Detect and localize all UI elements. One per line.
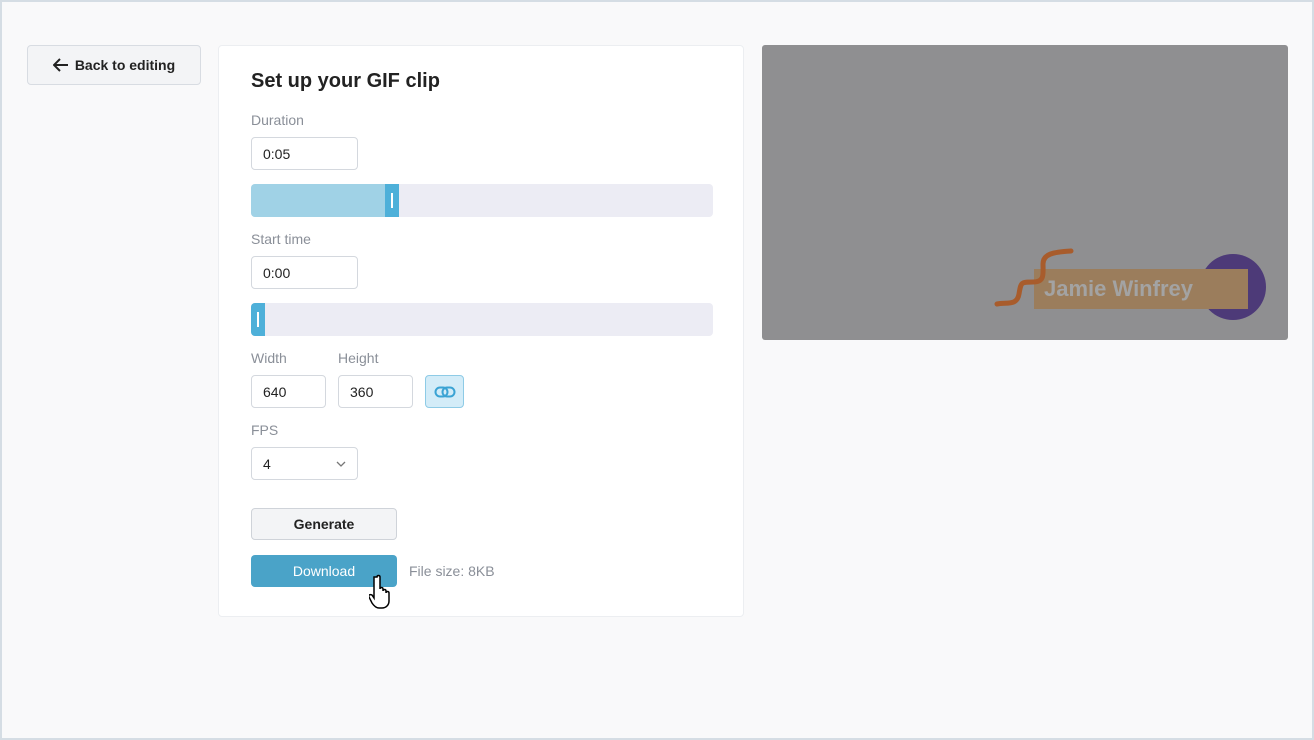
- chevron-down-icon: [336, 461, 346, 467]
- duration-label: Duration: [251, 112, 304, 128]
- gif-preview: Jamie Winfrey: [762, 45, 1288, 340]
- gif-setup-panel: Set up your GIF clip Duration 0:05 Start…: [218, 45, 744, 617]
- link-icon: [434, 386, 455, 397]
- aspect-lock-button[interactable]: [425, 375, 464, 408]
- duration-slider[interactable]: [251, 184, 713, 217]
- start-time-input[interactable]: 0:00: [251, 256, 358, 289]
- fps-label: FPS: [251, 422, 279, 438]
- page-title: Set up your GIF clip: [251, 70, 440, 92]
- back-label: Back to editing: [74, 57, 176, 73]
- width-input[interactable]: 640: [251, 375, 326, 408]
- fps-value: 4: [263, 455, 271, 472]
- fps-select[interactable]: 4: [251, 447, 358, 480]
- file-size-text: File size: 8KB: [409, 563, 495, 579]
- start-time-slider[interactable]: [251, 303, 713, 336]
- height-label: Height: [338, 350, 379, 366]
- start-time-label: Start time: [251, 231, 311, 247]
- arrow-left-icon: [52, 58, 68, 72]
- hand-cursor-icon: [369, 574, 390, 609]
- height-input[interactable]: 360: [338, 375, 413, 408]
- duration-slider-handle[interactable]: [385, 184, 400, 217]
- generate-button[interactable]: Generate: [251, 508, 397, 540]
- back-to-editing-button[interactable]: Back to editing: [27, 45, 201, 85]
- start-time-slider-handle[interactable]: [251, 303, 265, 336]
- width-label: Width: [251, 350, 287, 366]
- preview-squiggle-graphic: [994, 248, 1074, 307]
- duration-slider-fill: [251, 184, 400, 217]
- duration-input[interactable]: 0:05: [251, 137, 358, 170]
